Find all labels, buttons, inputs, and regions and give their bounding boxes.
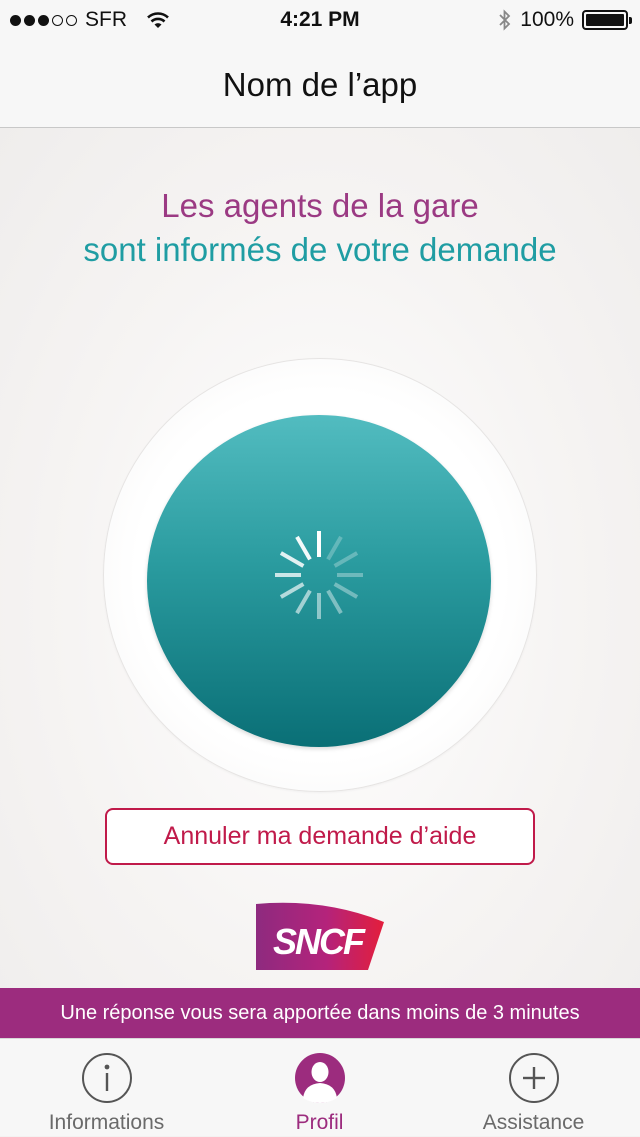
tab-label-assistance: Assistance xyxy=(482,1111,585,1134)
headline-line-1: Les agents de la gare xyxy=(161,187,479,224)
info-icon xyxy=(81,1053,132,1103)
status-bar: SFR 4:21 PM 100% xyxy=(0,0,640,40)
loading-spinner-icon xyxy=(275,531,363,619)
cancel-request-button[interactable]: Annuler ma demande d’aide xyxy=(105,808,535,865)
tab-bar: Informations Profil Assistance xyxy=(0,1038,640,1136)
tab-label-informations: Informations xyxy=(48,1111,165,1134)
tab-assistance[interactable]: Assistance xyxy=(427,1039,640,1137)
tab-label-profil: Profil xyxy=(295,1111,344,1134)
status-headline: Les agents de la gare sont informés de v… xyxy=(0,184,640,272)
headline-line-2: sont informés de votre demande xyxy=(83,231,557,268)
navigation-bar: Nom de l’app xyxy=(0,40,640,128)
bluetooth-icon xyxy=(499,9,511,31)
battery-icon xyxy=(582,10,632,30)
status-right: 100% xyxy=(498,8,632,32)
info-banner: Une réponse vous sera apportée dans moin… xyxy=(0,988,640,1038)
tab-profil[interactable]: Profil xyxy=(213,1039,426,1137)
battery-percent: 100% xyxy=(520,8,574,31)
tab-informations[interactable]: Informations xyxy=(0,1039,213,1137)
main-content: Les agents de la gare sont informés de v… xyxy=(0,128,640,988)
sncf-logo: SNCF xyxy=(256,902,384,970)
page-title: Nom de l’app xyxy=(222,66,418,103)
plus-icon xyxy=(508,1053,559,1103)
logo-text: SNCF xyxy=(273,921,366,962)
profile-icon xyxy=(294,1053,345,1103)
